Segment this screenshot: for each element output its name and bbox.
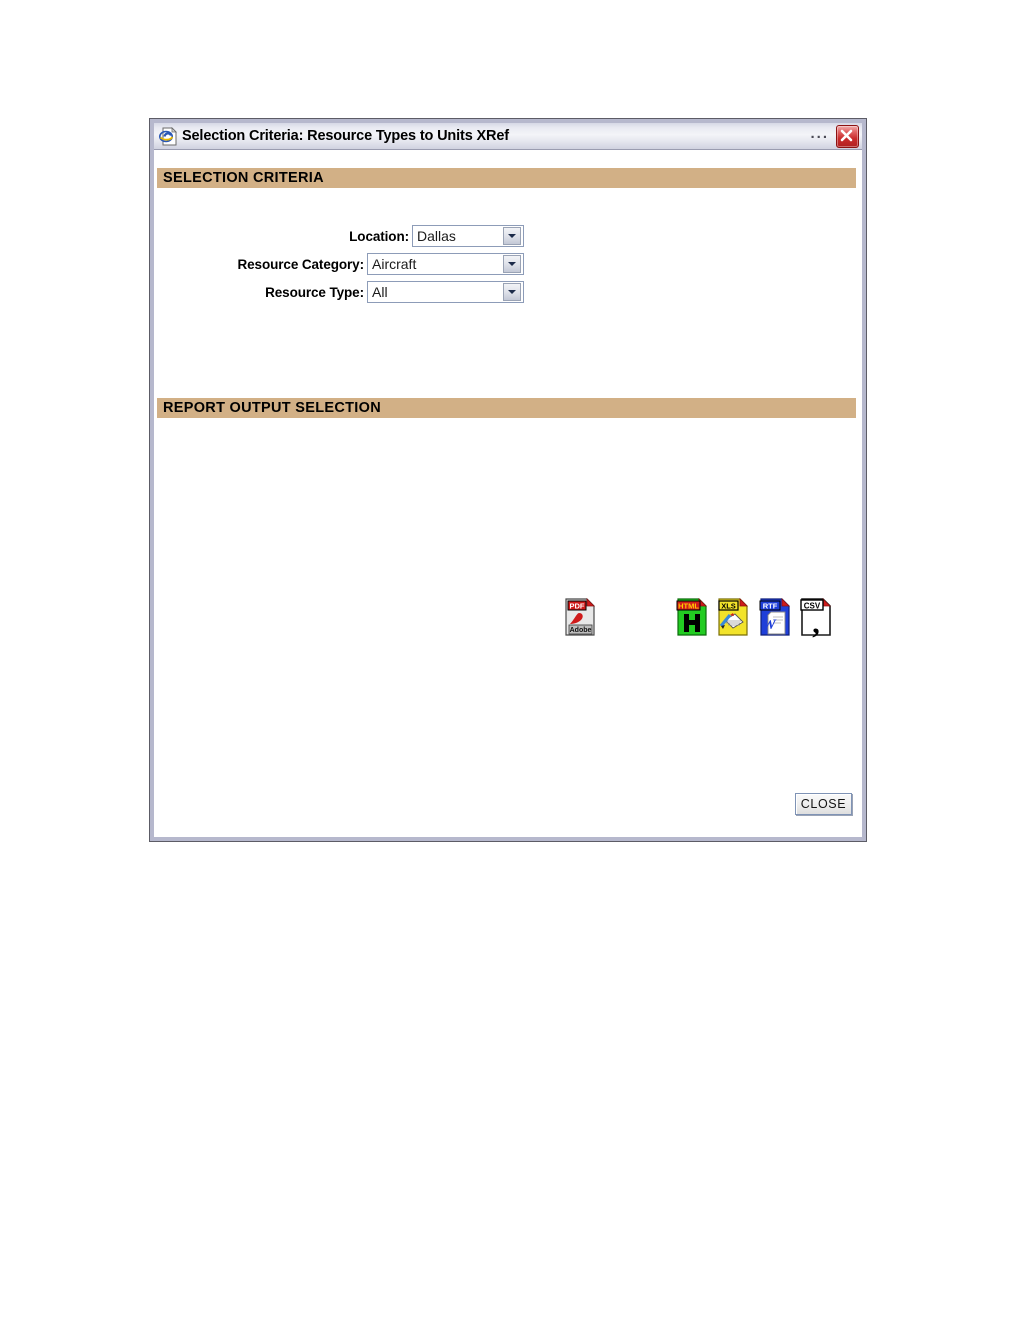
dialog-inner-frame: Selection Criteria: Resource Types to Un… xyxy=(150,119,866,841)
resource-type-select[interactable]: All xyxy=(367,281,524,303)
svg-text:XLS: XLS xyxy=(721,602,736,611)
chevron-down-icon[interactable] xyxy=(503,255,521,273)
export-html-icon[interactable]: HTML xyxy=(675,595,711,639)
label-resource-type: Resource Type: xyxy=(265,284,364,300)
chevron-down-icon[interactable] xyxy=(503,227,521,245)
export-rtf-icon[interactable]: RTF W xyxy=(758,595,794,639)
resource-category-select-value: Aircraft xyxy=(372,256,417,272)
form-row-resource-category: Resource Category: Aircraft xyxy=(154,253,524,275)
export-xls-icon[interactable]: XLS xyxy=(716,595,752,639)
chevron-down-icon[interactable] xyxy=(503,283,521,301)
svg-text:PDF: PDF xyxy=(570,602,585,611)
svg-text:W: W xyxy=(762,617,777,633)
dialog-titlebar: Selection Criteria: Resource Types to Un… xyxy=(154,123,862,150)
label-location: Location: xyxy=(349,228,409,244)
selection-criteria-form: Location: Dallas Resource Category: Airc… xyxy=(154,225,524,309)
selection-criteria-dialog: Selection Criteria: Resource Types to Un… xyxy=(149,118,867,842)
svg-text:HTML: HTML xyxy=(678,602,699,611)
svg-text:Adobe: Adobe xyxy=(570,627,592,634)
svg-text:RTF: RTF xyxy=(763,602,778,611)
form-row-location: Location: Dallas xyxy=(154,225,524,247)
section-header-selection-criteria: SELECTION CRITERIA xyxy=(157,168,856,188)
location-select[interactable]: Dallas xyxy=(412,225,524,247)
report-output-icon-row: PDF Adobe HTML XLS RTF W CSV , xyxy=(154,595,862,643)
titlebar-ellipsis[interactable]: ... xyxy=(810,126,836,144)
close-window-icon[interactable] xyxy=(836,124,859,148)
location-select-value: Dallas xyxy=(417,228,456,244)
export-pdf-icon[interactable]: PDF Adobe xyxy=(563,595,599,639)
resource-type-select-value: All xyxy=(372,284,388,300)
form-row-resource-type: Resource Type: All xyxy=(154,281,524,303)
close-button[interactable]: CLOSE xyxy=(795,793,852,815)
dialog-content: SELECTION CRITERIA Location: Dallas Reso… xyxy=(154,150,862,837)
svg-text:,: , xyxy=(812,607,820,639)
section-header-report-output-selection: REPORT OUTPUT SELECTION xyxy=(157,398,856,418)
label-resource-category: Resource Category: xyxy=(237,256,365,272)
dialog-title: Selection Criteria: Resource Types to Un… xyxy=(182,128,509,144)
internet-explorer-page-icon xyxy=(159,126,177,146)
resource-category-select[interactable]: Aircraft xyxy=(367,253,524,275)
export-csv-icon[interactable]: CSV , xyxy=(799,595,835,639)
